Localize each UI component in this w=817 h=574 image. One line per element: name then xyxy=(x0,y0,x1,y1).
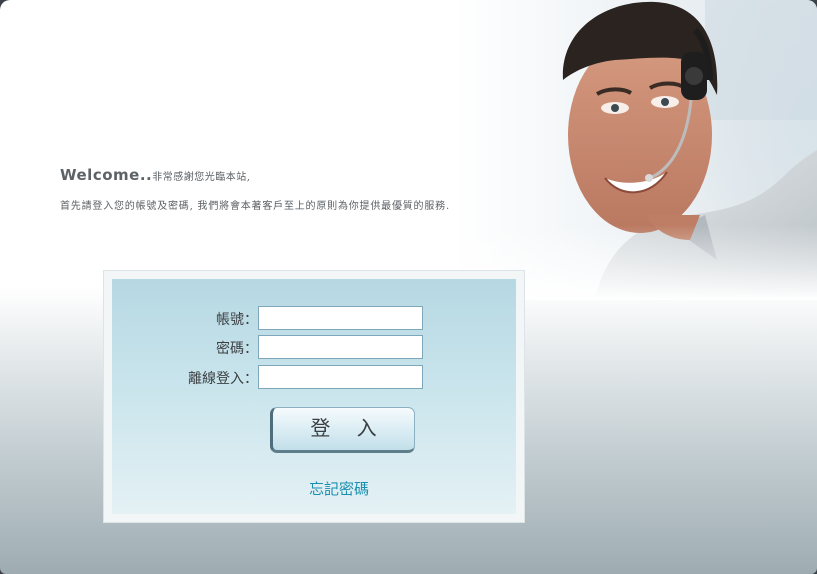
account-label: 帳號： xyxy=(216,312,258,328)
offline-login-input[interactable] xyxy=(258,365,423,389)
offline-login-row: 離線登入： xyxy=(112,365,516,389)
login-panel: 帳號： 密碼： 離線登入： 登 入 忘記密碼 xyxy=(103,270,525,523)
login-button[interactable]: 登 入 xyxy=(270,407,415,453)
password-label: 密碼： xyxy=(216,341,258,357)
welcome-greeting: Welcome.. xyxy=(60,166,153,184)
intro-text: 首先請登入您的帳號及密碼, 我們將會本著客戶至上的原則為你提供最優質的服務. xyxy=(60,201,450,212)
password-row: 密碼： xyxy=(112,335,516,359)
login-page: Welcome..非常感謝您光臨本站, 首先請登入您的帳號及密碼, 我們將會本著… xyxy=(0,0,817,574)
account-row: 帳號： xyxy=(112,306,516,330)
password-input[interactable] xyxy=(258,335,423,359)
login-form: 帳號： 密碼： 離線登入： 登 入 忘記密碼 xyxy=(112,279,516,514)
forgot-password-link[interactable]: 忘記密碼 xyxy=(309,478,369,499)
welcome-message: 非常感謝您光臨本站, xyxy=(152,172,251,183)
account-input[interactable] xyxy=(258,306,423,330)
offline-login-label: 離線登入： xyxy=(188,371,258,387)
welcome-line: Welcome..非常感謝您光臨本站, xyxy=(60,166,250,184)
support-agent-photo xyxy=(455,0,817,300)
